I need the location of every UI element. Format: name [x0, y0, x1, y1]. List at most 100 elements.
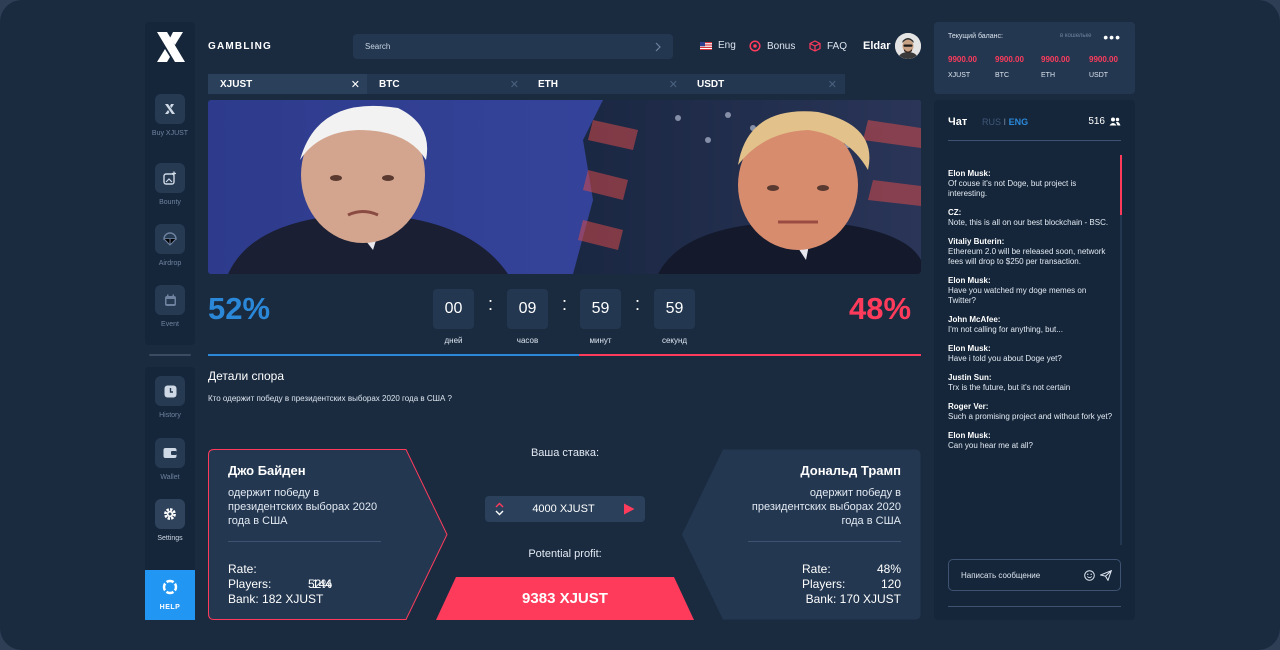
- balance-currency: ETH: [1041, 72, 1055, 79]
- close-icon[interactable]: ✕: [510, 78, 519, 91]
- sidebar-item-settings[interactable]: Settings: [145, 499, 195, 543]
- event-banner-image: [208, 100, 921, 274]
- balance-value: 9900.00: [1041, 55, 1070, 64]
- potential-profit-label: Potential profit:: [528, 548, 602, 560]
- tab-xjust[interactable]: XJUST ✕: [208, 74, 368, 94]
- lang-eng[interactable]: ENG: [1009, 117, 1029, 127]
- x-logo-icon[interactable]: [155, 30, 187, 64]
- gear-icon: [155, 499, 185, 529]
- avatar[interactable]: [895, 33, 921, 59]
- potential-profit-button[interactable]: 9383 XJUST: [436, 577, 694, 620]
- sidebar-item-event[interactable]: Event: [145, 285, 195, 329]
- faq-link[interactable]: FAQ: [809, 40, 847, 52]
- balance-title: Текущий баланс:: [948, 33, 1003, 40]
- app-frame: Buy XJUST Bounty Airdrop Event History W…: [0, 0, 1280, 650]
- sidebar-item-label: Bounty: [159, 199, 181, 206]
- chat-message: Elon Musk: Of couse it's not Doge, but pr…: [948, 169, 1113, 199]
- search-bar[interactable]: [353, 34, 673, 59]
- lang-rus[interactable]: RUS: [982, 117, 1001, 127]
- timer-separator: :: [488, 294, 494, 314]
- bonus-link[interactable]: Bonus: [749, 40, 795, 52]
- balance-currency: XJUST: [948, 72, 971, 79]
- send-icon[interactable]: [1100, 569, 1112, 581]
- help-button[interactable]: HELP: [145, 570, 195, 620]
- chat-input-box[interactable]: [948, 559, 1121, 591]
- chat-message: John McAfee: I'm not calling for anything…: [948, 315, 1113, 335]
- sidebar-item-airdrop[interactable]: Airdrop: [145, 224, 195, 268]
- emoji-icon[interactable]: [1084, 569, 1095, 581]
- bank-label: Bank:: [805, 592, 837, 606]
- message-author: John McAfee:: [948, 315, 1001, 324]
- odds-progress-left: [208, 354, 579, 356]
- candidate-name: Джо Байден: [228, 463, 306, 478]
- sidebar-item-wallet[interactable]: Wallet: [145, 438, 195, 482]
- details-question: Кто одержит победу в президентских выбор…: [208, 394, 452, 403]
- sidebar-item-label: Airdrop: [158, 260, 182, 267]
- language-selector[interactable]: Eng: [700, 40, 736, 51]
- sidebar-item-bounty[interactable]: Bounty: [145, 163, 195, 207]
- rate-value: 48%: [876, 562, 901, 576]
- faq-label: FAQ: [827, 40, 848, 52]
- tab-label: XJUST: [220, 78, 253, 90]
- play-icon[interactable]: [623, 503, 635, 515]
- divider: [228, 541, 381, 542]
- message-text: Can you hear me at all?: [948, 441, 1033, 450]
- lifebuoy-icon: [162, 579, 178, 595]
- players-label: Players:: [802, 577, 846, 591]
- timer-seconds-label: секунд: [661, 336, 688, 345]
- balance-value: 9900.00: [1089, 55, 1118, 64]
- message-text: Ethereum 2.0 will be released soon, netw…: [948, 247, 1106, 266]
- message-author: Justin Sun:: [948, 373, 992, 382]
- timer-days-label: дней: [444, 336, 463, 345]
- timer-seconds: 59: [654, 289, 695, 329]
- balance-item: 9900.00 XJUST: [948, 55, 977, 79]
- chevron-right-icon[interactable]: [655, 42, 661, 52]
- chat-message-input[interactable]: [961, 570, 1079, 580]
- sidebar-item-buy-xjust[interactable]: Buy XJUST: [145, 94, 195, 138]
- balance-item: 9900.00 BTC: [995, 55, 1024, 79]
- chat-message: Vitaliy Buterin: Ethereum 2.0 will be rel…: [948, 237, 1113, 267]
- timer-minutes-label: минут: [589, 336, 612, 345]
- more-icon[interactable]: •••: [1103, 29, 1121, 45]
- divider: [948, 606, 1121, 607]
- candidate-card-left[interactable]: Джо Байден одержит победу в президентски…: [208, 449, 448, 620]
- tab-label: ETH: [538, 78, 558, 90]
- close-icon[interactable]: ✕: [828, 78, 837, 91]
- tab-usdt[interactable]: USDT ✕: [685, 74, 845, 94]
- tab-label: BTC: [379, 78, 400, 90]
- balance-item: 9900.00 ETH: [1041, 55, 1070, 79]
- chat-scrollbar-thumb[interactable]: [1120, 155, 1122, 215]
- close-icon[interactable]: ✕: [351, 78, 360, 91]
- bet-amount-stepper[interactable]: 4000 XJUST: [485, 496, 645, 522]
- chat-message: Elon Musk: Have you watched my doge memes…: [948, 276, 1113, 306]
- players-row: Players: 120: [802, 577, 901, 592]
- us-flag-icon: [700, 41, 712, 50]
- players-label: Players:: [228, 577, 272, 591]
- candidate-card-right[interactable]: Дональд Трамп одержит победу в президент…: [681, 449, 921, 620]
- players-value: 120: [880, 577, 901, 591]
- chat-message: Elon Musk: Can you hear me at all?: [948, 431, 1113, 451]
- players-value: 144: [311, 577, 332, 591]
- sidebar-item-history[interactable]: History: [145, 376, 195, 420]
- close-icon[interactable]: ✕: [669, 78, 678, 91]
- tab-btc[interactable]: BTC ✕: [367, 74, 527, 94]
- timer-hours-label: часов: [516, 336, 539, 345]
- candidate-description: одержит победу в президентских выборах 2…: [228, 487, 378, 527]
- chat-message: CZ: Note, this is all on our best blockch…: [948, 208, 1113, 228]
- message-text: Trx is the future, but it's not certain: [948, 383, 1071, 392]
- target-icon: [749, 40, 761, 52]
- candidate-description: одержит победу в президентских выборах 2…: [751, 487, 901, 527]
- search-input[interactable]: [365, 42, 625, 51]
- balance-panel: Текущий баланс: в кошельке ••• 9900.00 X…: [934, 22, 1135, 94]
- bonus-label: Bonus: [767, 40, 796, 52]
- bet-title: Ваша ставка:: [530, 447, 600, 459]
- help-label: HELP: [159, 604, 181, 611]
- chat-messages: Elon Musk: Of couse it's not Doge, but pr…: [948, 169, 1113, 460]
- stepper-up-down-icon[interactable]: [495, 502, 504, 516]
- bet-amount-value[interactable]: 4000 XJUST: [532, 503, 594, 515]
- tab-eth[interactable]: ETH ✕: [526, 74, 686, 94]
- cube-icon: [809, 40, 821, 52]
- language-label: Eng: [718, 40, 736, 51]
- right-odds-percent: 48%: [849, 291, 912, 326]
- user-name[interactable]: Eldar: [863, 40, 891, 52]
